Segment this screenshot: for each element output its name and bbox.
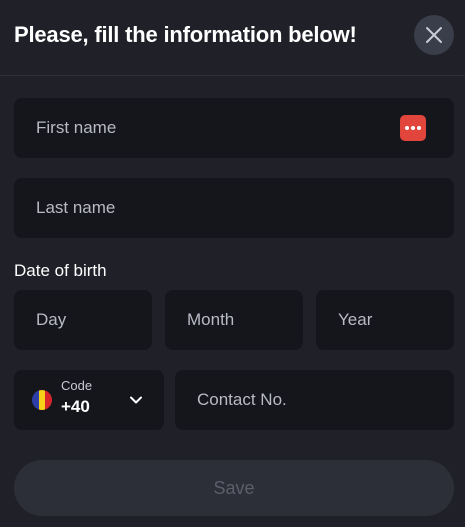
dob-year-placeholder: Year xyxy=(338,310,373,329)
contact-number-input[interactable]: Contact No. xyxy=(175,370,454,430)
dob-day-placeholder: Day xyxy=(36,310,67,329)
chevron-down-icon xyxy=(130,396,142,404)
first-name-placeholder: First name xyxy=(36,118,117,137)
code-label: Code xyxy=(61,378,93,393)
modal-title: Please, fill the information below! xyxy=(14,22,357,47)
dob-day-select[interactable]: Day xyxy=(14,290,152,350)
contact-number-placeholder: Contact No. xyxy=(197,390,287,409)
info-modal: Please, fill the information below! Firs… xyxy=(0,0,465,527)
close-button[interactable] xyxy=(414,15,454,55)
close-icon xyxy=(426,27,442,43)
dob-month-select[interactable]: Month xyxy=(165,290,303,350)
first-name-input[interactable]: First name xyxy=(14,98,454,158)
last-name-input[interactable]: Last name xyxy=(14,178,454,238)
dots-icon[interactable] xyxy=(400,115,426,141)
dob-year-select[interactable]: Year xyxy=(316,290,454,350)
save-button[interactable]: Save xyxy=(14,460,454,516)
last-name-placeholder: Last name xyxy=(36,198,116,217)
dob-month-placeholder: Month xyxy=(187,310,235,329)
romania-flag-icon xyxy=(32,390,52,410)
dob-label: Date of birth xyxy=(14,261,107,280)
country-code-select[interactable]: Code +40 xyxy=(14,370,164,430)
modal-header: Please, fill the information below! xyxy=(0,0,465,76)
code-value: +40 xyxy=(61,397,90,416)
